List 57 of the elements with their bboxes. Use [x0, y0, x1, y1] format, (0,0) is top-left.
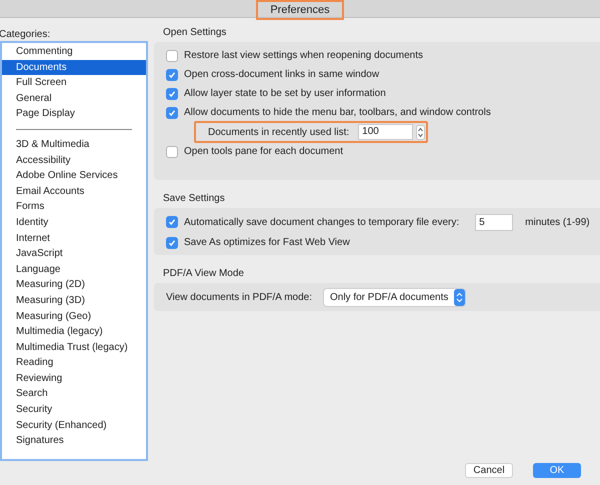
category-item[interactable]: Multimedia Trust (legacy): [2, 340, 146, 356]
category-item[interactable]: Language: [2, 262, 146, 278]
checkmark-icon: [168, 108, 176, 116]
checkbox-label: Allow documents to hide the menu bar, toolbars, and window controls: [184, 106, 491, 120]
checkmark-icon: [168, 70, 176, 78]
checkbox[interactable]: [166, 106, 178, 118]
checkmark-icon: [168, 238, 176, 246]
checkbox[interactable]: [166, 236, 178, 248]
category-item[interactable]: Measuring (3D): [2, 292, 146, 308]
category-item[interactable]: Email Accounts: [2, 184, 146, 200]
checkbox-label: Open cross-document links in same window: [184, 68, 380, 82]
checkbox-label: Restore last view settings when reopening documents: [184, 49, 424, 63]
window-title: Preferences: [256, 0, 344, 20]
field-label: View documents in PDF/A mode:: [166, 290, 312, 304]
category-item[interactable]: Forms: [2, 199, 146, 215]
checkbox[interactable]: [166, 146, 178, 158]
checkbox-label: Allow layer state to be set by user information: [184, 87, 386, 101]
checkbox[interactable]: [166, 88, 178, 100]
mode-dropdown[interactable]: Only for PDF/A documents: [324, 288, 466, 306]
category-item[interactable]: Reading: [2, 355, 146, 371]
category-item[interactable]: Full Screen: [2, 75, 146, 91]
category-item[interactable]: Measuring (Geo): [2, 308, 146, 324]
section-title: PDF/A View Mode: [163, 268, 245, 281]
category-item[interactable]: Adobe Online Services: [2, 168, 146, 184]
category-item[interactable]: Multimedia (legacy): [2, 324, 146, 340]
checkbox[interactable]: [166, 216, 178, 228]
category-item[interactable]: Security (Enhanced): [2, 418, 146, 434]
category-item[interactable]: General: [2, 90, 146, 106]
checkbox[interactable]: [166, 50, 178, 62]
category-item[interactable]: Identity: [2, 214, 146, 231]
checkmark-icon: [168, 90, 176, 98]
category-item[interactable]: 3D & Multimedia: [2, 136, 146, 153]
checkbox-label: Save As optimizes for Fast Web View: [184, 236, 350, 250]
category-item[interactable]: Internet: [2, 230, 146, 246]
chevron-icon: [454, 288, 466, 306]
category-item[interactable]: Page Display: [2, 106, 146, 122]
section-title: Save Settings: [163, 193, 226, 206]
checkmark-icon: [168, 218, 176, 226]
count-field[interactable]: 100: [358, 124, 414, 140]
minutes-field[interactable]: 5: [475, 214, 514, 230]
category-item[interactable]: Accessibility: [2, 152, 146, 168]
stepper-icon[interactable]: [416, 124, 426, 140]
category-item[interactable]: JavaScript: [2, 246, 146, 262]
category-item[interactable]: Security: [2, 402, 146, 418]
checkbox[interactable]: [166, 68, 178, 80]
category-item[interactable]: Measuring (2D): [2, 277, 146, 293]
field-suffix: minutes (1-99): [525, 216, 590, 230]
category-item[interactable]: Documents: [2, 60, 146, 76]
category-item[interactable]: Reviewing: [2, 370, 146, 386]
field-label: Documents in recently used list:: [208, 126, 350, 140]
category-item[interactable]: Search: [2, 386, 146, 402]
category-item[interactable]: Signatures: [2, 433, 146, 449]
checkbox-label: Automatically save document changes to temporary file every:: [184, 216, 460, 230]
section-title: Open Settings: [163, 27, 228, 40]
cancel-button[interactable]: Cancel: [465, 463, 513, 478]
category-item[interactable]: Commenting: [2, 44, 146, 60]
checkbox-label: Open tools pane for each document: [184, 145, 343, 159]
